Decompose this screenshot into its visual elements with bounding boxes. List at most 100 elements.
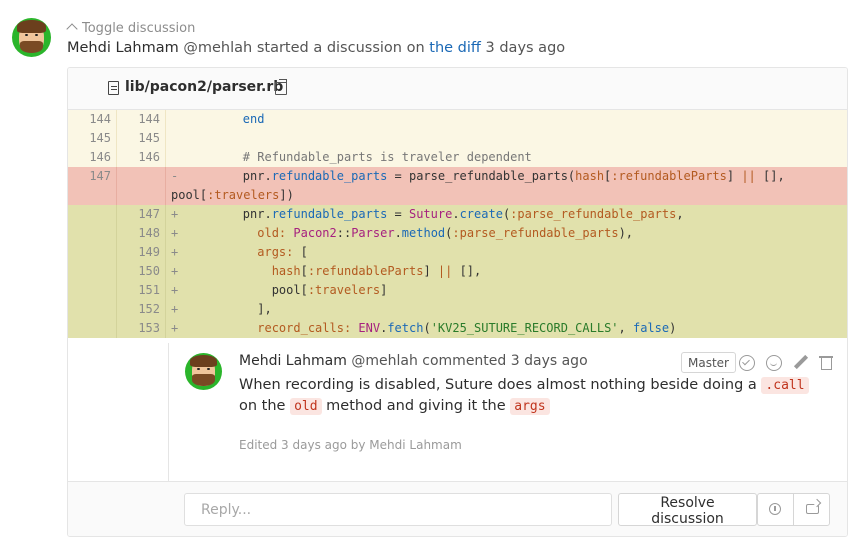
new-line-number[interactable]: 149 — [117, 243, 166, 262]
resolve-discussion-button[interactable]: Resolve discussion — [618, 493, 757, 527]
smiley-icon[interactable] — [766, 355, 782, 371]
diff-line-ctx: 145 145 — [68, 129, 847, 148]
check-circle-icon[interactable] — [739, 355, 755, 371]
diff-marker: + — [171, 226, 179, 240]
note-text: on the — [239, 398, 291, 414]
diff-marker: + — [171, 321, 179, 335]
diff-line-add: 150 + hash[:refundableParts] || [], — [68, 262, 847, 281]
old-line-number[interactable]: 146 — [68, 148, 117, 167]
discussion-author-avatar[interactable] — [12, 18, 51, 57]
old-line-number[interactable] — [68, 262, 117, 281]
discussion-author-name[interactable]: Mehdi Lahmam — [67, 40, 179, 56]
reply-bar: Resolve discussion — [68, 481, 847, 536]
diff-line-add: 148 + old: Pacon2::Parser.method(:parse_r… — [68, 224, 847, 243]
chevron-up-icon — [66, 23, 78, 35]
diff-code — [166, 129, 847, 148]
discussion-panel: lib/pacon2/parser.rb 144 144 end 145 145 146… — [67, 67, 848, 537]
diff-code: + old: Pacon2::Parser.method(:parse_refu… — [166, 224, 847, 243]
diff-line-ctx: 144 144 end — [68, 110, 847, 129]
toggle-discussion-button[interactable]: Toggle discussion — [66, 21, 196, 36]
diff-code: - pnr.refundable_parts = parse_refundabl… — [171, 169, 785, 202]
avatar-hair — [190, 355, 217, 368]
discussion-action-text: started a discussion on — [256, 40, 425, 56]
diff-line-add: 151 + pool[:travelers] — [68, 281, 847, 300]
diff-line-add: 152 + ], — [68, 300, 847, 319]
file-path[interactable]: lib/pacon2/parser.rb — [125, 79, 283, 95]
diff-code: + hash[:refundableParts] || [], — [166, 262, 847, 281]
new-line-number[interactable]: 145 — [117, 129, 166, 148]
pencil-icon[interactable] — [793, 355, 809, 371]
diff-code: + record_calls: ENV.fetch('KV25_SUTURE_R… — [166, 319, 847, 338]
note-author-name[interactable]: Mehdi Lahmam — [239, 353, 347, 369]
new-line-number[interactable] — [117, 167, 166, 205]
note-body: When recording is disabled, Suture does … — [239, 375, 829, 417]
diff-link[interactable]: the diff — [429, 40, 481, 56]
old-line-number[interactable] — [68, 224, 117, 243]
file-header: lib/pacon2/parser.rb — [68, 68, 847, 110]
new-line-number[interactable]: 144 — [117, 110, 166, 129]
diff-code: + pnr.refundable_parts = Suture.create(:… — [166, 205, 847, 224]
diff-marker: + — [171, 207, 179, 221]
diff-marker: + — [171, 302, 179, 316]
old-line-number[interactable] — [68, 243, 117, 262]
note-header: Mehdi Lahmam @mehlah commented 3 days ag… — [239, 353, 588, 369]
note: Mehdi Lahmam @mehlah commented 3 days ag… — [168, 343, 847, 481]
old-line-number[interactable] — [68, 300, 117, 319]
diff-code: + pool[:travelers] — [166, 281, 847, 300]
diff-line-del: 147 - pnr.refundable_parts = parse_refund… — [68, 167, 847, 205]
new-line-number[interactable]: 146 — [117, 148, 166, 167]
diff-marker: + — [171, 245, 179, 259]
discussion-author-handle[interactable]: @mehlah — [183, 40, 252, 56]
diff-marker: + — [171, 283, 179, 297]
discussion-time: 3 days ago — [485, 40, 566, 56]
new-line-number[interactable]: 150 — [117, 262, 166, 281]
note-action: commented — [422, 353, 507, 369]
note-edited: Edited 3 days ago by Mehdi Lahmam — [239, 438, 462, 452]
diff-marker: - — [171, 169, 179, 183]
old-line-number[interactable] — [68, 319, 117, 338]
note-text: When recording is disabled, Suture does … — [239, 377, 762, 393]
next-discussion-button[interactable] — [793, 494, 829, 525]
diff-view: 144 144 end 145 145 146 146 # Refundable_part… — [68, 110, 847, 338]
note-author-avatar[interactable] — [185, 353, 222, 390]
diff-line-ctx: 146 146 # Refundable_parts is traveler de… — [68, 148, 847, 167]
old-line-number[interactable] — [68, 205, 117, 224]
next-discussion-icon — [806, 504, 819, 514]
new-line-number[interactable]: 153 — [117, 319, 166, 338]
inline-code: args — [510, 398, 550, 415]
diff-code: + ], — [166, 300, 847, 319]
note-time[interactable]: 3 days ago — [511, 353, 588, 369]
clipboard-icon[interactable] — [275, 79, 287, 95]
diff-line-add: 149 + args: [ — [68, 243, 847, 262]
diff-code: end — [242, 112, 265, 126]
old-line-number[interactable] — [68, 281, 117, 300]
diff-code: + args: [ — [166, 243, 847, 262]
file-icon — [108, 81, 119, 95]
diff-line-add: 147 + pnr.refundable_parts = Suture.creat… — [68, 205, 847, 224]
note-author-handle[interactable]: @mehlah — [351, 353, 417, 369]
diff-code: # Refundable_parts is traveler dependent — [185, 150, 532, 164]
avatar-beard — [19, 40, 44, 54]
inline-code: .call — [761, 377, 809, 394]
new-line-number[interactable]: 148 — [117, 224, 166, 243]
toggle-discussion-label: Toggle discussion — [82, 21, 196, 36]
role-badge: Master — [681, 352, 736, 373]
old-line-number[interactable]: 145 — [68, 129, 117, 148]
old-line-number[interactable]: 144 — [68, 110, 117, 129]
diff-line-add: 153 + record_calls: ENV.fetch('KV25_SUTUR… — [68, 319, 847, 338]
discussion-headline: Mehdi Lahmam @mehlah started a discussio… — [67, 40, 565, 56]
new-line-number[interactable]: 147 — [117, 205, 166, 224]
note-text: method and giving it the — [321, 398, 511, 414]
avatar-hair — [17, 20, 46, 33]
new-line-number[interactable]: 151 — [117, 281, 166, 300]
trash-icon[interactable] — [819, 355, 835, 371]
diff-marker: + — [171, 264, 179, 278]
avatar-beard — [192, 374, 215, 387]
jump-to-discussion-icon — [769, 503, 781, 515]
jump-to-discussion-button[interactable] — [758, 494, 793, 525]
new-line-number[interactable]: 152 — [117, 300, 166, 319]
inline-code: old — [290, 398, 322, 415]
discussion-nav-group — [757, 493, 830, 526]
reply-input[interactable] — [184, 493, 612, 526]
old-line-number[interactable]: 147 — [68, 167, 117, 205]
